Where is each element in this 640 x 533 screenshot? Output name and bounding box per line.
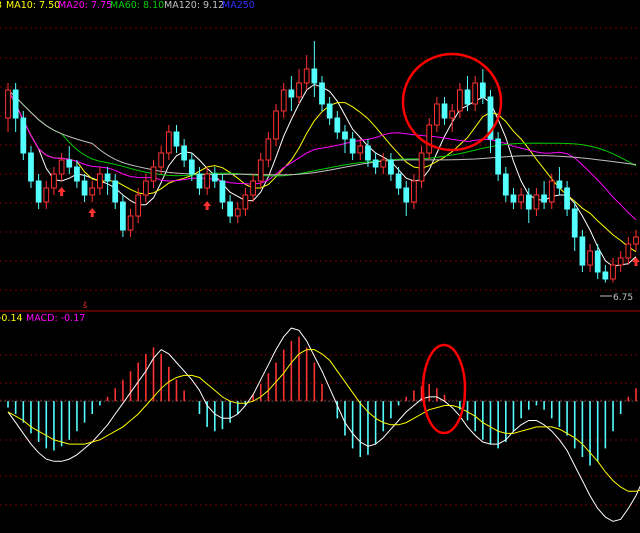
- candle-up: [265, 138, 272, 161]
- candle-up: [418, 152, 425, 182]
- candle-up: [587, 250, 593, 266]
- candle-up: [518, 194, 524, 203]
- candle-up: [135, 194, 142, 217]
- candle-down: [173, 131, 180, 147]
- candle-up: [257, 159, 264, 182]
- candle-down: [81, 180, 88, 196]
- candle-down: [365, 145, 371, 161]
- candle-up: [434, 103, 440, 126]
- candle-up: [58, 159, 65, 175]
- ma60-legend: MA60: 8.10: [110, 0, 164, 11]
- candle-up: [426, 124, 433, 154]
- candle-down: [326, 103, 333, 119]
- candle-down: [319, 82, 325, 105]
- candle-down: [349, 138, 356, 154]
- stock-chart: 3 MA10: 7.50 MA20: 7.75 MA60: 8.10 MA120…: [0, 0, 640, 533]
- candle-down: [74, 166, 80, 182]
- divider-marker: ŝ: [83, 300, 87, 310]
- candle-up: [165, 131, 172, 154]
- candle-down: [395, 173, 402, 189]
- candle-down: [525, 194, 532, 210]
- candle-up: [617, 257, 624, 266]
- candle-down: [556, 180, 563, 189]
- ma120-legend: MA120: 9.12: [164, 0, 224, 11]
- candle-up: [250, 180, 256, 196]
- candle-down: [66, 159, 73, 168]
- candle-up: [204, 173, 210, 189]
- candle-down: [35, 180, 42, 203]
- candle-up: [273, 110, 279, 140]
- candle-down: [181, 145, 188, 161]
- candle-up: [158, 152, 165, 168]
- candle-down: [502, 173, 509, 196]
- candle-up: [610, 264, 616, 280]
- candle-down: [602, 271, 609, 280]
- candle-up: [97, 173, 103, 189]
- candle-up: [280, 89, 287, 112]
- candle-down: [227, 201, 233, 217]
- candle-down: [28, 152, 34, 182]
- candle-down: [403, 187, 410, 203]
- candle-down: [372, 159, 379, 168]
- ma-legend-prefix: 3: [0, 0, 2, 11]
- dif-legend: -0.14: [0, 313, 23, 324]
- candle-up: [5, 89, 11, 119]
- chart-background: [0, 0, 640, 533]
- candle-down: [20, 117, 27, 154]
- candle-down: [112, 180, 119, 203]
- candle-down: [334, 117, 341, 133]
- candle-up: [51, 173, 57, 189]
- candle-down: [571, 208, 578, 238]
- candle-up: [472, 82, 479, 105]
- candle-down: [104, 173, 111, 182]
- candle-up: [449, 110, 456, 119]
- candle-down: [579, 236, 586, 266]
- candle-up: [234, 208, 241, 217]
- candle-down: [311, 68, 318, 84]
- candle-up: [411, 180, 417, 203]
- candle-down: [541, 194, 547, 203]
- candle-down: [495, 138, 502, 175]
- candle-down: [219, 180, 226, 203]
- candle-up: [43, 187, 50, 203]
- candle-down: [196, 173, 203, 189]
- candle-up: [296, 82, 302, 98]
- candle-down: [564, 187, 570, 210]
- candle-down: [594, 250, 601, 273]
- candle-down: [479, 82, 486, 98]
- candle-up: [150, 166, 157, 182]
- kline-macd-svg: 3 MA10: 7.50 MA20: 7.75 MA60: 8.10 MA120…: [0, 0, 640, 533]
- candle-down: [388, 159, 394, 175]
- candle-up: [633, 236, 639, 245]
- candle-up: [533, 194, 540, 210]
- candle-up: [357, 145, 364, 154]
- candle-up: [548, 180, 555, 203]
- candle-down: [342, 131, 348, 140]
- candle-down: [211, 173, 218, 182]
- candle-down: [288, 89, 295, 98]
- candle-up: [456, 89, 463, 112]
- candle-up: [625, 243, 632, 259]
- candle-up: [89, 187, 96, 196]
- macd-legend: MACD: -0.17: [26, 313, 85, 324]
- candle-up: [380, 159, 387, 168]
- candle-up: [127, 215, 134, 231]
- ma20-legend: MA20: 7.75: [58, 0, 112, 11]
- candle-down: [12, 89, 19, 119]
- ma10-legend: MA10: 7.50: [6, 0, 60, 11]
- candle-up: [142, 180, 149, 196]
- candle-down: [510, 194, 517, 203]
- candle-up: [242, 194, 249, 210]
- candle-down: [464, 89, 471, 105]
- candle-down: [441, 103, 448, 119]
- ma250-legend: MA250: [222, 0, 255, 11]
- candle-down: [188, 159, 195, 175]
- candle-down: [120, 201, 126, 231]
- candle-up: [303, 68, 310, 84]
- low-price-label: 6.75: [613, 293, 633, 303]
